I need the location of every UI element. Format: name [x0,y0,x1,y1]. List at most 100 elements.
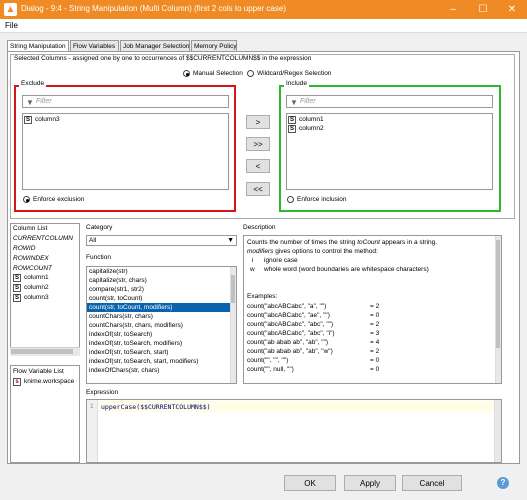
include-filter-placeholder: Filter [300,98,316,105]
function-item[interactable]: indexOf(str, toSearch, start) [87,348,236,357]
string-type-icon: S [24,116,32,124]
column-list-item-column1[interactable]: column1 [24,274,49,282]
example-result: = 0 [370,357,380,364]
column-list-item-column2[interactable]: column2 [24,284,49,292]
expression-scrollbar[interactable] [494,400,501,462]
example-call: count("abcABCabc", "abc", "i") [247,330,335,337]
ok-button[interactable]: OK [284,475,336,491]
remove-button[interactable]: < [246,159,270,173]
special-currentcolumn[interactable]: CURRENTCOLUMN [13,235,73,243]
chevron-down-icon: ▼ [227,237,234,244]
description-param: modifiers [247,248,274,255]
function-list-scroll-thumb[interactable] [231,275,235,303]
example-call: count("", null, "") [247,366,294,373]
exclude-filter-placeholder: Filter [36,98,52,105]
description-intro2: modifiers gives options to control the m… [247,247,378,256]
manual-selection-radio[interactable] [183,70,190,77]
exclude-title: Exclude [19,80,47,88]
function-item[interactable]: capitalize(str, chars) [87,276,236,285]
string-type-icon: S [13,284,21,292]
description-scroll-thumb[interactable] [496,240,500,348]
example-call: count("abcABCabc", "abc", "") [247,321,334,328]
example-result: = 3 [370,330,380,337]
example-result: = 2 [370,321,380,328]
example-result: = 2 [370,303,380,310]
include-item-column1[interactable]: column1 [299,116,324,124]
special-rowcount[interactable]: ROWCOUNT [13,265,52,273]
expression-label: Expression [86,389,119,396]
tab-job-manager-selection[interactable]: Job Manager Selection [120,40,190,51]
function-item[interactable]: indexOf(str, toSearch, start, modifiers) [87,357,236,366]
modifier-w-text: whole word (word boundaries are whitespa… [264,266,429,273]
include-title: Include [284,80,309,88]
window-title: Dialog - 9:4 - String Manipulation (Mult… [21,4,286,13]
include-item-column2[interactable]: column2 [299,125,324,133]
menu-file[interactable]: File [5,21,18,30]
apply-button[interactable]: Apply [344,475,396,491]
function-item[interactable]: count(str, toCount) [87,294,236,303]
example-call: count("ab abab ab", "ab", "w") [247,348,333,355]
string-type-icon: S [288,116,296,124]
modifier-w-key: w [250,266,255,273]
maximize-button[interactable]: ☐ [468,0,498,19]
string-type-icon: S [13,294,21,302]
wildcard-selection-label[interactable]: Wildcard/Regex Selection [257,70,331,78]
example-call: count("abcABCabc", "a", "") [247,303,327,310]
flow-variable-item[interactable]: knime.workspace [24,378,74,386]
remove-all-button[interactable]: << [246,182,270,196]
function-item[interactable]: capitalize(str) [87,267,236,276]
enforce-inclusion-label[interactable]: Enforce inclusion [297,196,347,204]
function-item[interactable]: indexOf(str, toSearch, modifiers) [87,339,236,348]
function-list[interactable]: capitalize(str) capitalize(str, chars) c… [86,266,237,384]
example-result: = 2 [370,348,380,355]
function-item[interactable]: indexOf(str, toSearch) [87,330,236,339]
category-select[interactable]: All ▼ [86,235,237,246]
tab-string-manipulation[interactable]: String Manipulation [7,40,69,51]
string-type-icon: S [13,274,21,282]
enforce-exclusion-radio[interactable] [23,196,30,203]
enforce-exclusion-label[interactable]: Enforce exclusion [33,196,84,204]
minimize-button[interactable]: – [438,0,468,19]
column-list-item-column3[interactable]: column3 [24,294,49,302]
description-text: appears in a string. [381,239,438,246]
close-button[interactable]: ✕ [497,0,527,19]
expression-editor[interactable]: 1 upperCase($$CURRENTCOLUMN$$) [86,399,502,463]
expression-code[interactable]: upperCase($$CURRENTCOLUMN$$) [101,403,211,411]
column-list-hscroll-thumb[interactable] [11,349,73,354]
wildcard-selection-radio[interactable] [247,70,254,77]
cancel-button[interactable]: Cancel [402,475,462,491]
add-all-button[interactable]: >> [246,137,270,151]
exclude-filter-input[interactable]: ▼ Filter [22,95,229,108]
modifier-i-text: ignore case [264,257,298,264]
tab-memory-policy[interactable]: Memory Policy [191,40,237,51]
example-result: = 0 [370,366,380,373]
help-icon[interactable]: ? [497,477,509,489]
function-item[interactable]: compare(str1, str2) [87,285,236,294]
manual-selection-label[interactable]: Manual Selection [193,70,243,78]
enforce-inclusion-radio[interactable] [287,196,294,203]
example-result: = 0 [370,312,380,319]
function-item-selected[interactable]: count(str, toCount, modifiers) [87,303,236,312]
flow-variable-type-icon: s [13,378,21,386]
flow-variable-list-title: Flow Variable List [13,368,64,375]
description-intro: Counts the number of times the string to… [247,238,437,247]
description-text: Counts the number of times the string [247,239,356,246]
add-button[interactable]: > [246,115,270,129]
category-value: All [89,237,97,244]
special-rowid[interactable]: ROWID [13,245,35,253]
example-call: count("", "", "") [247,357,289,364]
menu-bar: File [0,19,527,33]
column-list-title: Column List [13,225,48,232]
string-type-icon: S [288,125,296,133]
include-filter-input[interactable]: ▼ Filter [286,95,493,108]
function-item[interactable]: indexOfChars(str, chars) [87,366,236,375]
funnel-icon: ▼ [290,98,298,107]
function-item[interactable]: countChars(str, chars) [87,312,236,321]
exclude-list[interactable] [22,113,229,190]
function-item[interactable]: countChars(str, chars, modifiers) [87,321,236,330]
description-label: Description [243,224,276,231]
tab-flow-variables[interactable]: Flow Variables [70,40,119,51]
special-rowindex[interactable]: ROWINDEX [13,255,49,263]
example-call: count("ab abab ab", "ab", "") [247,339,329,346]
exclude-item-column3[interactable]: column3 [35,116,60,124]
